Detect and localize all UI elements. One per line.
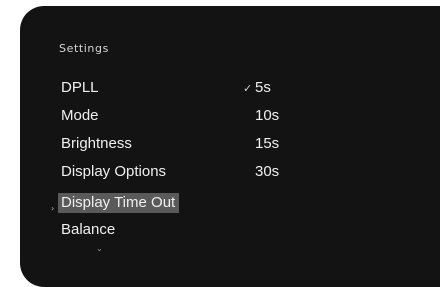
check-icon: ✓ bbox=[243, 82, 253, 95]
option-30s[interactable]: 30s bbox=[243, 162, 279, 182]
option-label: 15s bbox=[255, 135, 280, 152]
option-5s[interactable]: ✓ 5s bbox=[243, 78, 271, 98]
menu-item-display-time-out[interactable]: Display Time Out bbox=[58, 193, 180, 213]
option-label: 5s bbox=[255, 79, 271, 96]
menu-item-brightness[interactable]: Brightness bbox=[61, 134, 132, 154]
chevron-down-icon[interactable]: ⌄ bbox=[96, 245, 103, 253]
menu-item-display-options[interactable]: Display Options bbox=[61, 162, 166, 182]
chevron-right-icon: › bbox=[51, 204, 55, 213]
menu-item-mode[interactable]: Mode bbox=[61, 106, 99, 126]
option-label: 10s bbox=[255, 107, 280, 124]
option-15s[interactable]: 15s bbox=[243, 134, 279, 154]
option-label: 30s bbox=[255, 163, 280, 180]
panel-title: Settings bbox=[59, 42, 109, 55]
settings-panel: Settings DPLL Mode Brightness Display Op… bbox=[20, 6, 440, 287]
menu-item-balance[interactable]: Balance bbox=[61, 220, 115, 240]
menu-item-dpll[interactable]: DPLL bbox=[61, 78, 99, 98]
option-10s[interactable]: 10s bbox=[243, 106, 279, 126]
